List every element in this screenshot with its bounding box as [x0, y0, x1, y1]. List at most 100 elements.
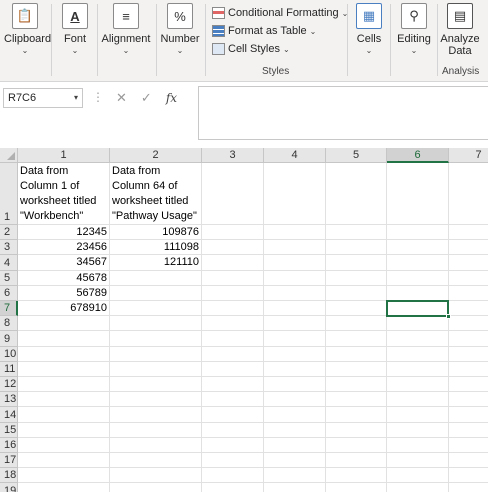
- cell-r2c6[interactable]: [387, 225, 449, 241]
- cell-r12c3[interactable]: [202, 377, 264, 393]
- cell-r17c1[interactable]: [18, 453, 110, 469]
- cancel-icon[interactable]: ✕: [116, 90, 127, 106]
- cell-r15c6[interactable]: [387, 422, 449, 438]
- cell-r11c2[interactable]: [110, 361, 202, 377]
- cell-r16c6[interactable]: [387, 437, 449, 453]
- row-header-15[interactable]: 15: [0, 422, 18, 438]
- cell-r19c1[interactable]: [18, 483, 110, 492]
- row-header-10[interactable]: 10: [0, 346, 18, 362]
- cell-r15c5[interactable]: [326, 422, 387, 438]
- cell-r6c3[interactable]: [202, 285, 264, 301]
- cell-r16c5[interactable]: [326, 437, 387, 453]
- cell-r4c6[interactable]: [387, 255, 449, 271]
- number-button[interactable]: % Number ⌄: [160, 3, 200, 55]
- cell-r5c7[interactable]: [449, 271, 488, 286]
- cell-r3c7[interactable]: [449, 240, 488, 256]
- row-header-13[interactable]: 13: [0, 392, 18, 408]
- cell-r14c7[interactable]: [449, 407, 488, 423]
- cell-r1c3[interactable]: [202, 163, 264, 225]
- row-header-3[interactable]: 3: [0, 240, 18, 256]
- cell-r9c4[interactable]: [264, 331, 326, 347]
- cell-r1c4[interactable]: [264, 163, 326, 225]
- cell-r4c2[interactable]: 121110: [110, 255, 202, 271]
- cell-r18c4[interactable]: [264, 468, 326, 484]
- row-header-2[interactable]: 2: [0, 225, 18, 241]
- cell-r9c1[interactable]: [18, 331, 110, 347]
- cell-r10c7[interactable]: [449, 347, 488, 362]
- clipboard-button[interactable]: 📋 Clipboard ⌄: [4, 3, 51, 55]
- cell-r14c4[interactable]: [264, 407, 326, 423]
- cell-r1c1[interactable]: Data from Column 1 of worksheet titled "…: [18, 163, 110, 225]
- cell-r10c1[interactable]: [18, 346, 110, 362]
- cell-r1c6[interactable]: [387, 163, 449, 225]
- cell-r7c3[interactable]: [202, 301, 264, 317]
- cell-r6c5[interactable]: [326, 285, 387, 301]
- cell-r10c6[interactable]: [387, 346, 449, 362]
- row-header-5[interactable]: 5: [0, 270, 18, 286]
- column-header-4[interactable]: 4: [264, 148, 326, 163]
- cell-r14c2[interactable]: [110, 407, 202, 423]
- cell-r18c1[interactable]: [18, 468, 110, 484]
- cell-r7c5[interactable]: [326, 301, 387, 317]
- cell-r4c4[interactable]: [264, 255, 326, 271]
- format-as-table-button[interactable]: Format as Table ⌄: [212, 23, 316, 39]
- cell-r15c3[interactable]: [202, 422, 264, 438]
- row-header-1[interactable]: 1: [0, 163, 18, 225]
- cell-r3c2[interactable]: 111098: [110, 240, 202, 256]
- cell-r13c3[interactable]: [202, 392, 264, 408]
- cell-r5c5[interactable]: [326, 270, 387, 286]
- cell-r16c3[interactable]: [202, 437, 264, 453]
- cell-r11c7[interactable]: [449, 362, 488, 377]
- cell-r12c4[interactable]: [264, 377, 326, 393]
- column-header-6[interactable]: 6: [387, 148, 449, 163]
- cell-r10c4[interactable]: [264, 346, 326, 362]
- chevron-down-icon[interactable]: ▾: [74, 89, 78, 107]
- cell-r6c7[interactable]: [449, 286, 488, 301]
- cell-r6c2[interactable]: [110, 285, 202, 301]
- cell-r17c4[interactable]: [264, 453, 326, 469]
- cell-r15c2[interactable]: [110, 422, 202, 438]
- cell-r12c1[interactable]: [18, 377, 110, 393]
- row-header-8[interactable]: 8: [0, 316, 18, 332]
- cell-r9c6[interactable]: [387, 331, 449, 347]
- cell-r18c6[interactable]: [387, 468, 449, 484]
- cell-r19c7[interactable]: [449, 483, 488, 492]
- cell-r8c5[interactable]: [326, 316, 387, 332]
- fill-handle[interactable]: [446, 314, 451, 320]
- cell-r8c7[interactable]: [449, 316, 488, 332]
- alignment-button[interactable]: ≡ Alignment ⌄: [101, 3, 151, 55]
- cell-r17c2[interactable]: [110, 453, 202, 469]
- cell-r8c2[interactable]: [110, 316, 202, 332]
- cell-r18c2[interactable]: [110, 468, 202, 484]
- cell-r1c2[interactable]: Data from Column 64 of worksheet titled …: [110, 163, 202, 225]
- cell-r7c7[interactable]: [449, 301, 488, 317]
- cell-r3c1[interactable]: 23456: [18, 240, 110, 256]
- cell-r8c1[interactable]: [18, 316, 110, 332]
- row-header-19[interactable]: 19: [0, 483, 18, 492]
- cell-r2c4[interactable]: [264, 225, 326, 241]
- cell-r19c2[interactable]: [110, 483, 202, 492]
- cell-r3c6[interactable]: [387, 240, 449, 256]
- row-header-7[interactable]: 7: [0, 301, 18, 317]
- column-header-1[interactable]: 1: [18, 148, 110, 163]
- cell-r5c2[interactable]: [110, 270, 202, 286]
- cell-r12c5[interactable]: [326, 377, 387, 393]
- cell-r13c5[interactable]: [326, 392, 387, 408]
- row-header-14[interactable]: 14: [0, 407, 18, 423]
- spreadsheet-grid[interactable]: 1 2 3 4 5 6 7 1 Data from Column 1 of worksheet …: [0, 148, 488, 492]
- cell-r11c1[interactable]: [18, 361, 110, 377]
- cell-r11c6[interactable]: [387, 361, 449, 377]
- cell-r8c6[interactable]: [387, 316, 449, 332]
- cell-r5c3[interactable]: [202, 270, 264, 286]
- cell-r7c2[interactable]: [110, 301, 202, 317]
- cell-r16c2[interactable]: [110, 437, 202, 453]
- cell-r2c3[interactable]: [202, 225, 264, 241]
- font-button[interactable]: A Font ⌄: [56, 3, 94, 55]
- row-header-12[interactable]: 12: [0, 377, 18, 393]
- cell-r8c4[interactable]: [264, 316, 326, 332]
- drag-handle-icon[interactable]: ⋮: [92, 90, 104, 104]
- cell-r4c3[interactable]: [202, 255, 264, 271]
- cell-r3c4[interactable]: [264, 240, 326, 256]
- column-header-7[interactable]: 7: [449, 148, 488, 163]
- cell-r4c7[interactable]: [449, 255, 488, 271]
